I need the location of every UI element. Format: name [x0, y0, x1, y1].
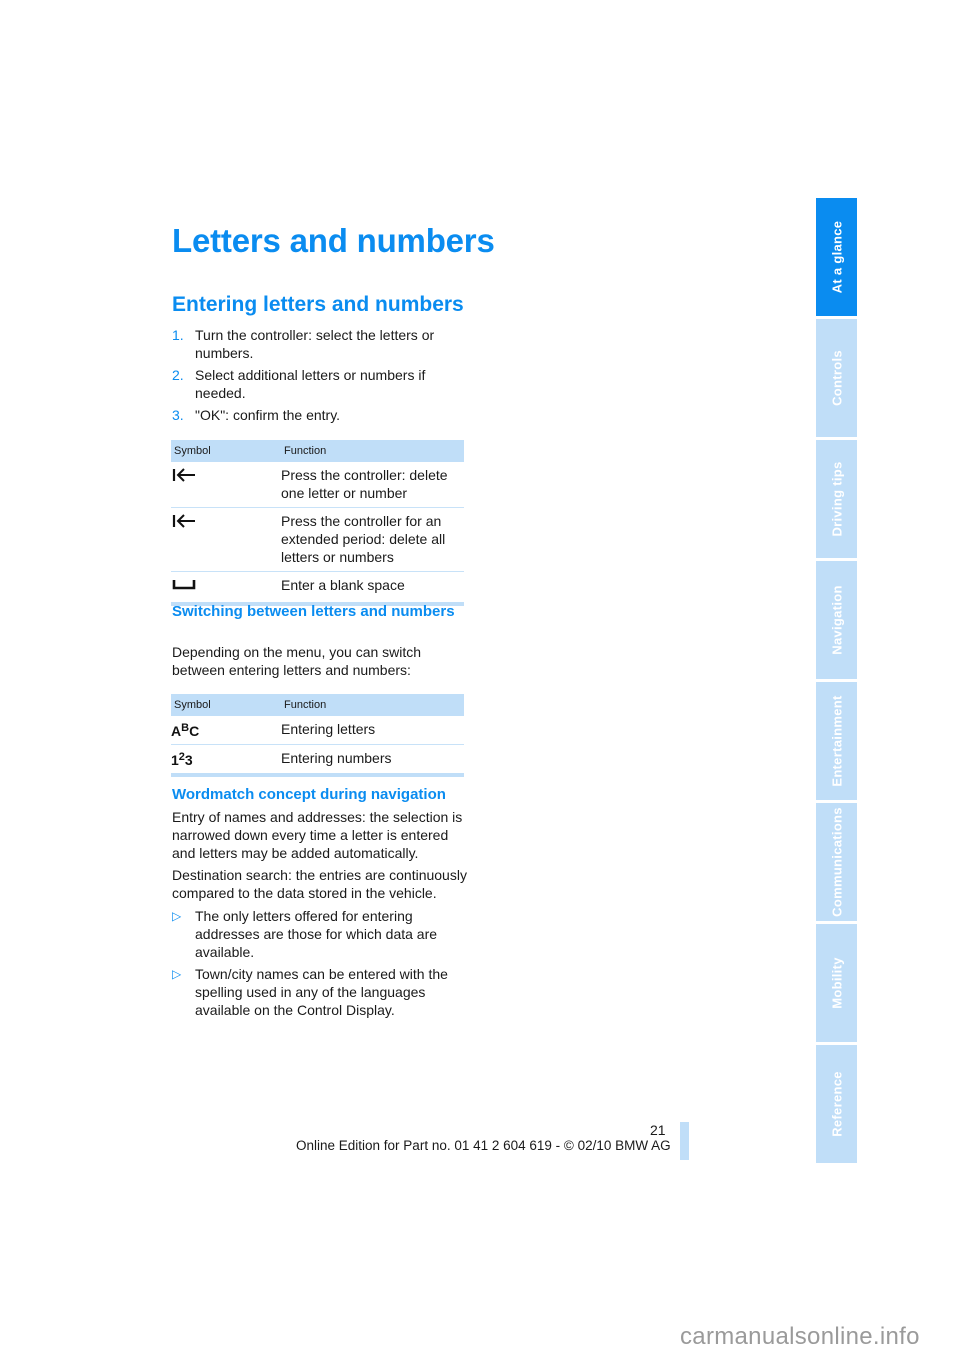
function-text: Press the controller for an extended per… — [281, 513, 446, 565]
symbol-char: C — [189, 723, 200, 739]
delete-back-icon — [171, 466, 281, 502]
footer-edition: Online Edition for Part no. 01 41 2 604 … — [296, 1138, 671, 1153]
function-text: Entering numbers — [281, 750, 392, 766]
page-title: Letters and numbers — [172, 222, 495, 259]
tab-at-a-glance[interactable]: At a glance — [816, 198, 857, 316]
step-number: 3. — [172, 407, 184, 423]
bullet-text: Town/city names can be entered with the … — [195, 966, 448, 1018]
chapter-tabs: At a glance Controls Driving tips Naviga… — [816, 198, 857, 1166]
step-text: Turn the controller: select the letters … — [195, 327, 435, 361]
symbol-char: 3 — [184, 752, 193, 768]
table-row: Press the controller: delete one letter … — [171, 462, 464, 508]
table-header: Symbol Function — [171, 694, 464, 716]
table-row: Press the controller for an extended per… — [171, 508, 464, 572]
watermark: carmanualsonline.info — [680, 1323, 920, 1350]
tab-label: Controls — [829, 350, 844, 406]
wordmatch-bullets: ▷ The only letters offered for entering a… — [172, 907, 472, 1023]
tab-reference[interactable]: Reference — [816, 1045, 857, 1163]
switching-paragraph: Depending on the menu, you can switch be… — [172, 644, 422, 678]
numbers-mode-icon: 123 — [171, 749, 281, 768]
column-header-symbol: Symbol — [174, 445, 211, 457]
table-row: Enter a blank space — [171, 572, 464, 606]
step-item: 1. Turn the controller: select the letter… — [172, 326, 472, 362]
steps-list: 1. Turn the controller: select the letter… — [172, 326, 472, 428]
bullet-text: The only letters offered for entering ad… — [195, 908, 438, 960]
column-header-function: Function — [284, 699, 327, 711]
bullet-triangle-icon: ▷ — [172, 909, 182, 923]
step-number: 2. — [172, 367, 184, 383]
section-heading-entering: Entering letters and numbers — [172, 293, 464, 316]
tab-driving-tips[interactable]: Driving tips — [816, 440, 857, 558]
symbol-table-mode: Symbol Function ABC Entering letters 123… — [171, 694, 464, 777]
tab-entertainment[interactable]: Entertainment — [816, 682, 857, 800]
tab-label: Mobility — [829, 957, 844, 1009]
wordmatch-paragraph: Destination search: the entries are cont… — [172, 867, 467, 901]
symbol-char: 2 — [178, 751, 185, 763]
symbol-char: B — [181, 722, 190, 734]
table-row: 123 Entering numbers — [171, 745, 464, 777]
step-text: "OK": confirm the entry. — [195, 407, 341, 423]
footer-bar — [680, 1122, 689, 1160]
table-row: ABC Entering letters — [171, 716, 464, 745]
letters-mode-icon: ABC — [171, 720, 281, 739]
table-header: Symbol Function — [171, 440, 464, 462]
bullet-item: ▷ The only letters offered for entering a… — [172, 907, 472, 961]
function-text: Enter a blank space — [281, 577, 405, 593]
symbol-char: A — [171, 723, 182, 739]
symbol-char: 1 — [171, 752, 179, 768]
step-item: 3. "OK": confirm the entry. — [172, 406, 472, 424]
wordmatch-paragraph: Entry of names and addresses: the select… — [172, 809, 463, 861]
step-item: 2. Select additional letters or numbers i… — [172, 366, 472, 402]
tab-controls[interactable]: Controls — [816, 319, 857, 437]
function-text: Press the controller: delete one letter … — [281, 467, 448, 501]
tab-label: Navigation — [829, 585, 844, 655]
section-heading-switching: Switching between letters and numbers — [172, 603, 455, 620]
space-icon — [171, 576, 281, 597]
bullet-item: ▷ Town/city names can be entered with the… — [172, 965, 472, 1019]
tab-mobility[interactable]: Mobility — [816, 924, 857, 1042]
function-text: Entering letters — [281, 721, 376, 737]
step-text: Select additional letters or numbers if … — [195, 367, 426, 401]
symbol-table-editing: Symbol Function Press the controller: de… — [171, 440, 464, 606]
tab-label: Entertainment — [829, 695, 844, 787]
tab-label: Communications — [829, 807, 844, 917]
tab-navigation[interactable]: Navigation — [816, 561, 857, 679]
page-number: 21 — [650, 1122, 666, 1138]
column-header-symbol: Symbol — [174, 699, 211, 711]
delete-back-icon — [171, 512, 281, 566]
tab-label: Reference — [829, 1071, 844, 1137]
column-header-function: Function — [284, 445, 327, 457]
tab-label: Driving tips — [829, 461, 844, 537]
section-heading-wordmatch: Wordmatch concept during navigation — [172, 786, 446, 803]
tab-label: At a glance — [829, 220, 844, 294]
bullet-triangle-icon: ▷ — [172, 967, 182, 981]
step-number: 1. — [172, 327, 184, 343]
tab-communications[interactable]: Communications — [816, 803, 857, 921]
